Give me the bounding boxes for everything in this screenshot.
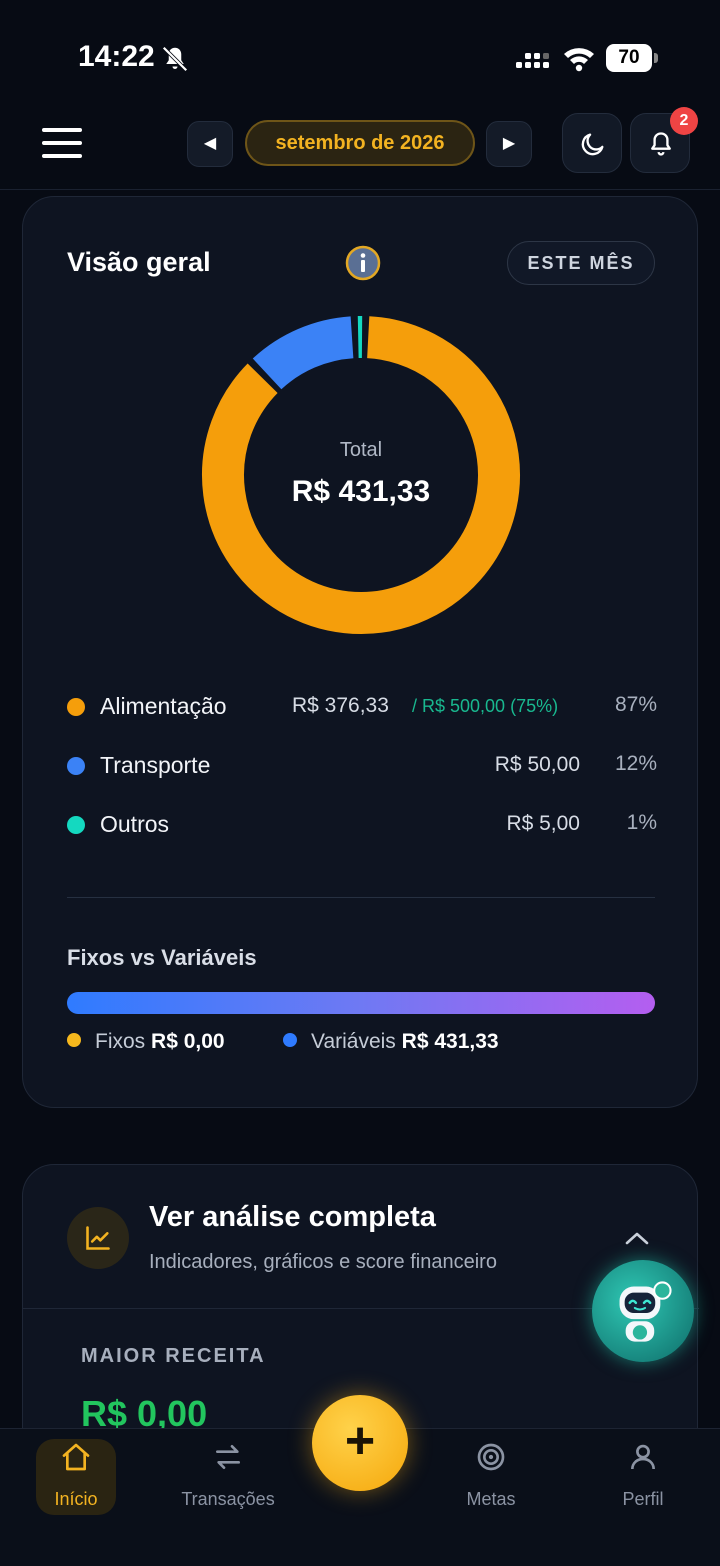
add-transaction-button[interactable]: + <box>312 1395 408 1491</box>
status-time: 14:22 <box>78 40 155 73</box>
legend-category-name: Transporte <box>100 752 211 778</box>
bell-icon <box>651 132 671 156</box>
overview-title: Visão geral <box>67 247 211 277</box>
variable-legend: Variáveis R$ 431,33 <box>283 1030 499 1060</box>
prev-month-button[interactable]: ◀ <box>187 121 233 167</box>
tab-metas[interactable]: Metas <box>431 1439 551 1515</box>
legend-amount: R$ 50,00 <box>494 753 580 776</box>
legend-dot <box>67 757 85 775</box>
battery-indicator: 70 <box>606 44 658 72</box>
donut-slice-transporte <box>252 316 354 390</box>
legend-amount: R$ 376,33 <box>292 694 389 717</box>
home-icon <box>62 1443 90 1471</box>
legend-percent: 12% <box>614 752 657 775</box>
info-icon[interactable] <box>345 245 381 281</box>
person-icon <box>631 1444 655 1470</box>
notification-badge: 2 <box>670 107 698 135</box>
fixed-label: Fixos <box>95 1030 146 1053</box>
target-icon <box>477 1443 505 1471</box>
legend-amount: R$ 5,00 <box>506 812 580 835</box>
legend-dot <box>67 816 85 834</box>
top-nav: ◀ setembro de 2026 ▶ <box>0 110 720 190</box>
month-selector[interactable]: setembro de 2026 <box>245 120 475 166</box>
fixed-value: R$ 0,00 <box>151 1030 225 1053</box>
tab-label: Metas <box>466 1489 516 1509</box>
variable-label: Variáveis <box>311 1030 396 1053</box>
legend-percent: 1% <box>626 811 657 834</box>
donut-total-label: Total <box>339 439 383 461</box>
fixed-legend: Fixos R$ 0,00 <box>67 1030 225 1060</box>
overview-card: Visão geral ESTE MÊS Total R$ 431,33 Ali… <box>22 196 698 1108</box>
transfer-icon <box>216 1445 240 1469</box>
line-chart-icon <box>86 1226 110 1250</box>
chevron-up-icon[interactable] <box>623 1229 651 1247</box>
cellular-signal-icon <box>516 53 549 68</box>
tab-label: Início <box>54 1489 98 1509</box>
bell-off-icon <box>162 46 188 72</box>
tab-inicio[interactable]: Início <box>36 1439 116 1515</box>
menu-icon[interactable] <box>38 122 88 166</box>
theme-toggle-button[interactable] <box>562 113 622 173</box>
plus-icon: + <box>344 1412 376 1470</box>
donut-total-value: R$ 431,33 <box>291 475 431 508</box>
next-month-button[interactable]: ▶ <box>486 121 532 167</box>
legend-percent: 87% <box>614 693 657 716</box>
legend-row[interactable]: Alimentação R$ 376,33 / R$ 500,00 (75%) … <box>67 687 657 727</box>
fixed-vs-variable-bar <box>67 992 655 1014</box>
legend-budget: / R$ 500,00 (75%) <box>412 696 559 716</box>
analysis-subtitle: Indicadores, gráficos e score financeiro <box>149 1251 497 1273</box>
analysis-title: Ver análise completa <box>149 1201 436 1233</box>
legend-category-name: Alimentação <box>100 693 227 719</box>
maior-receita-label: MAIOR RECEITA <box>81 1345 266 1367</box>
legend-dot <box>67 698 85 716</box>
tab-transacoes[interactable]: Transações <box>168 1439 288 1515</box>
moon-icon <box>581 133 604 156</box>
legend-category-name: Outros <box>100 811 170 837</box>
assistant-robot-button[interactable] <box>592 1260 694 1362</box>
wifi-icon <box>564 48 594 72</box>
status-bar: 14:22 70 <box>0 0 720 110</box>
analysis-icon-badge <box>67 1207 129 1269</box>
legend-row[interactable]: Transporte R$ 50,00 12% <box>67 746 657 786</box>
battery-level: 70 <box>618 47 640 68</box>
tab-perfil[interactable]: Perfil <box>583 1439 703 1515</box>
fixed-vs-variable-title: Fixos vs Variáveis <box>67 945 257 970</box>
variable-value: R$ 431,33 <box>401 1030 499 1053</box>
divider <box>67 897 655 898</box>
period-filter-button[interactable]: ESTE MÊS <box>507 241 655 285</box>
tab-label: Perfil <box>622 1489 664 1509</box>
legend-row[interactable]: Outros R$ 5,00 1% <box>67 805 657 845</box>
robot-icon <box>619 1281 672 1342</box>
tab-label: Transações <box>181 1489 275 1509</box>
